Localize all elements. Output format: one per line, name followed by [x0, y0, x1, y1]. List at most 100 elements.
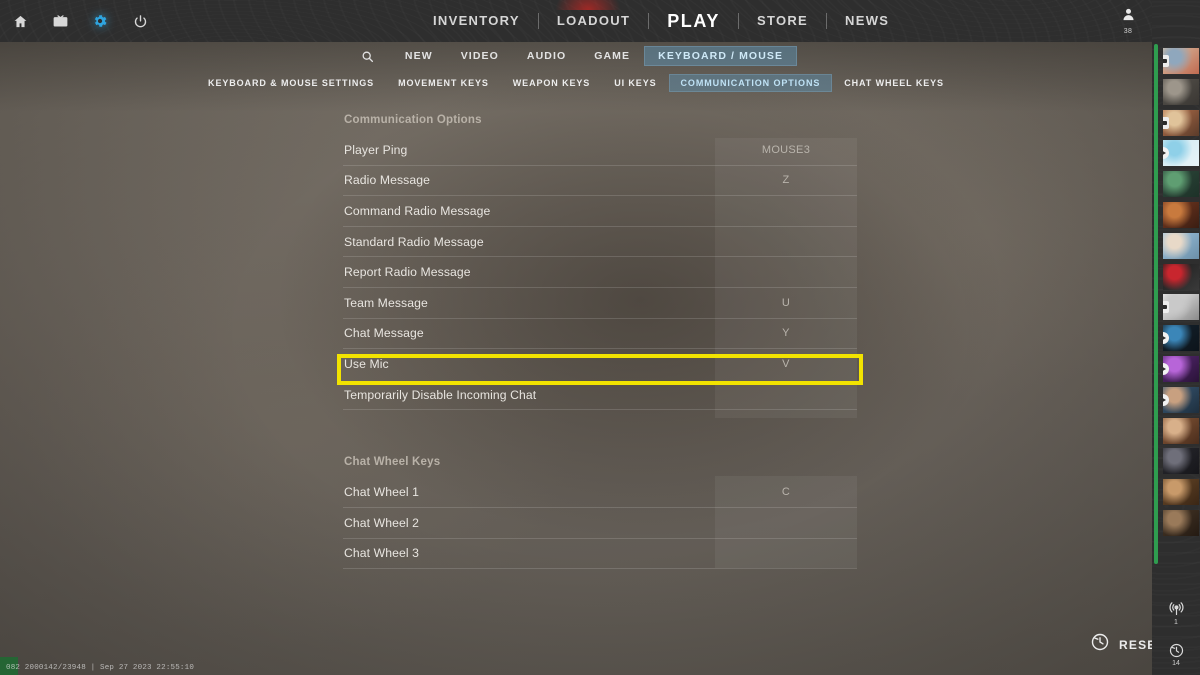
setting-label: Report Radio Message — [344, 265, 471, 280]
setting-label: Standard Radio Message — [344, 234, 484, 249]
setting-row-temporarily-disable-incoming-chat[interactable]: Temporarily Disable Incoming Chat — [343, 380, 857, 411]
subnav-item-audio[interactable]: AUDIO — [513, 46, 580, 66]
profile-level: 38 — [1123, 28, 1133, 35]
setting-value[interactable]: MOUSE3 — [715, 144, 857, 156]
setting-label: Temporarily Disable Incoming Chat — [344, 387, 537, 402]
setting-row-team-message[interactable]: Team Message U — [343, 288, 857, 319]
friend-avatar-4[interactable] — [1163, 140, 1199, 167]
sidebar-scroll-indicator[interactable] — [1154, 44, 1158, 564]
setting-value[interactable]: V — [715, 358, 857, 370]
setting-value[interactable]: Y — [715, 327, 857, 339]
subnav-item-game[interactable]: GAME — [580, 46, 644, 66]
subnav-item-video[interactable]: VIDEO — [447, 46, 513, 66]
friend-avatar-6[interactable] — [1163, 202, 1199, 228]
setting-value[interactable]: Z — [715, 174, 857, 186]
history-icon[interactable]: 14 — [1168, 642, 1185, 667]
chat-badge-icon — [1163, 301, 1169, 314]
friend-avatar-5[interactable] — [1163, 171, 1199, 198]
setting-row-report-radio-message[interactable]: Report Radio Message — [343, 257, 857, 288]
tab-weapon-keys[interactable]: WEAPON KEYS — [501, 74, 602, 92]
tab-movement-keys[interactable]: MOVEMENT KEYS — [386, 74, 501, 92]
chat-badge-icon — [1163, 116, 1169, 129]
setting-label: Player Ping — [344, 142, 408, 157]
friend-avatar-13[interactable] — [1163, 417, 1199, 444]
section-title-chat-wheel-keys: Chat Wheel Keys — [344, 456, 441, 469]
home-icon[interactable] — [0, 0, 40, 42]
tab-keyboard-mouse-settings[interactable]: KEYBOARD & MOUSE SETTINGS — [196, 74, 386, 92]
game-settings-screen: INVENTORY LOADOUT PLAY STORE NEWS 38 NEW… — [0, 0, 1200, 675]
sidebar-bottom-icons: 1 14 — [1152, 601, 1200, 667]
setting-row-player-ping[interactable]: Player Ping MOUSE3 — [343, 135, 857, 166]
broadcast-count: 1 — [1174, 619, 1178, 626]
badge-glyph — [1163, 396, 1166, 403]
friend-avatar-7[interactable] — [1163, 232, 1199, 259]
friends-sidebar: 1 14 — [1152, 0, 1200, 675]
setting-label: Team Message — [344, 295, 428, 310]
tab-communication-options[interactable]: COMMUNICATION OPTIONS — [668, 74, 833, 92]
top-bar: INVENTORY LOADOUT PLAY STORE NEWS 38 — [0, 0, 1152, 42]
history-restore-icon — [1090, 632, 1110, 657]
gear-icon[interactable] — [80, 0, 120, 42]
tab-chat-wheel-keys[interactable]: CHAT WHEEL KEYS — [832, 74, 956, 92]
badge-glyph — [1163, 335, 1166, 342]
broadcast-icon[interactable]: 1 — [1168, 601, 1185, 626]
badge-glyph — [1163, 150, 1166, 157]
tv-icon[interactable] — [40, 0, 80, 42]
setting-value[interactable]: U — [715, 297, 857, 309]
avatar — [1163, 448, 1199, 475]
settings-panel: Communication Options Player Ping MOUSE3… — [343, 110, 857, 570]
nav-item-play[interactable]: PLAY — [649, 0, 738, 42]
settings-category-nav: NEW VIDEO AUDIO GAME KEYBOARD / MOUSE — [0, 44, 1152, 68]
friends-list[interactable] — [1152, 42, 1200, 597]
setting-row-use-mic[interactable]: Use Mic V — [343, 349, 857, 380]
setting-label: Command Radio Message — [344, 203, 491, 218]
badge-glyph — [1163, 120, 1167, 125]
friend-avatar-14[interactable] — [1163, 448, 1199, 475]
friend-avatar-15[interactable] — [1163, 479, 1199, 506]
avatar — [1163, 510, 1199, 536]
search-icon[interactable] — [355, 45, 381, 67]
friend-avatar-3[interactable] — [1163, 109, 1199, 136]
friend-avatar-9[interactable] — [1163, 294, 1199, 321]
nav-item-loadout[interactable]: LOADOUT — [539, 0, 648, 42]
nav-item-inventory[interactable]: INVENTORY — [415, 0, 538, 42]
setting-row-standard-radio-message[interactable]: Standard Radio Message — [343, 227, 857, 258]
setting-row-radio-message[interactable]: Radio Message Z — [343, 166, 857, 197]
setting-value[interactable]: C — [715, 486, 857, 498]
setting-row-chat-message[interactable]: Chat Message Y — [343, 319, 857, 350]
setting-row-chat-wheel-1[interactable]: Chat Wheel 1 C — [343, 477, 857, 508]
history-count: 14 — [1172, 660, 1180, 667]
friend-avatar-8[interactable] — [1163, 263, 1199, 290]
subnav-item-keyboard-mouse[interactable]: KEYBOARD / MOUSE — [644, 46, 798, 66]
setting-label: Chat Wheel 3 — [344, 546, 420, 561]
badge-glyph — [1163, 305, 1167, 310]
setting-label: Radio Message — [344, 173, 430, 188]
avatar — [1163, 171, 1199, 198]
setting-row-chat-wheel-2[interactable]: Chat Wheel 2 — [343, 508, 857, 539]
power-icon[interactable] — [120, 0, 160, 42]
setting-label: Chat Wheel 1 — [344, 485, 420, 500]
system-icon-group — [0, 0, 160, 42]
main-nav: INVENTORY LOADOUT PLAY STORE NEWS — [415, 0, 907, 42]
nav-item-store[interactable]: STORE — [739, 0, 826, 42]
subnav-item-new[interactable]: NEW — [391, 46, 447, 66]
friend-avatar-1[interactable] — [1163, 48, 1199, 74]
friend-avatar-11[interactable] — [1163, 356, 1199, 382]
avatar — [1163, 232, 1199, 259]
friend-avatar-16[interactable] — [1163, 510, 1199, 536]
section-title-communication-options: Communication Options — [344, 114, 482, 126]
friend-avatar-10[interactable] — [1163, 325, 1199, 352]
setting-row-command-radio-message[interactable]: Command Radio Message — [343, 196, 857, 227]
tab-ui-keys[interactable]: UI KEYS — [602, 74, 668, 92]
avatar — [1163, 263, 1199, 290]
nav-item-news[interactable]: NEWS — [827, 0, 907, 42]
setting-label: Chat Wheel 2 — [344, 515, 420, 530]
profile-button[interactable]: 38 — [1104, 0, 1152, 42]
friend-avatar-2[interactable] — [1163, 78, 1199, 105]
friend-avatar-12[interactable] — [1163, 386, 1199, 413]
chat-badge-icon — [1163, 55, 1169, 67]
avatar — [1163, 202, 1199, 228]
avatar — [1163, 417, 1199, 444]
setting-row-chat-wheel-3[interactable]: Chat Wheel 3 — [343, 539, 857, 570]
setting-label: Chat Message — [344, 326, 424, 341]
